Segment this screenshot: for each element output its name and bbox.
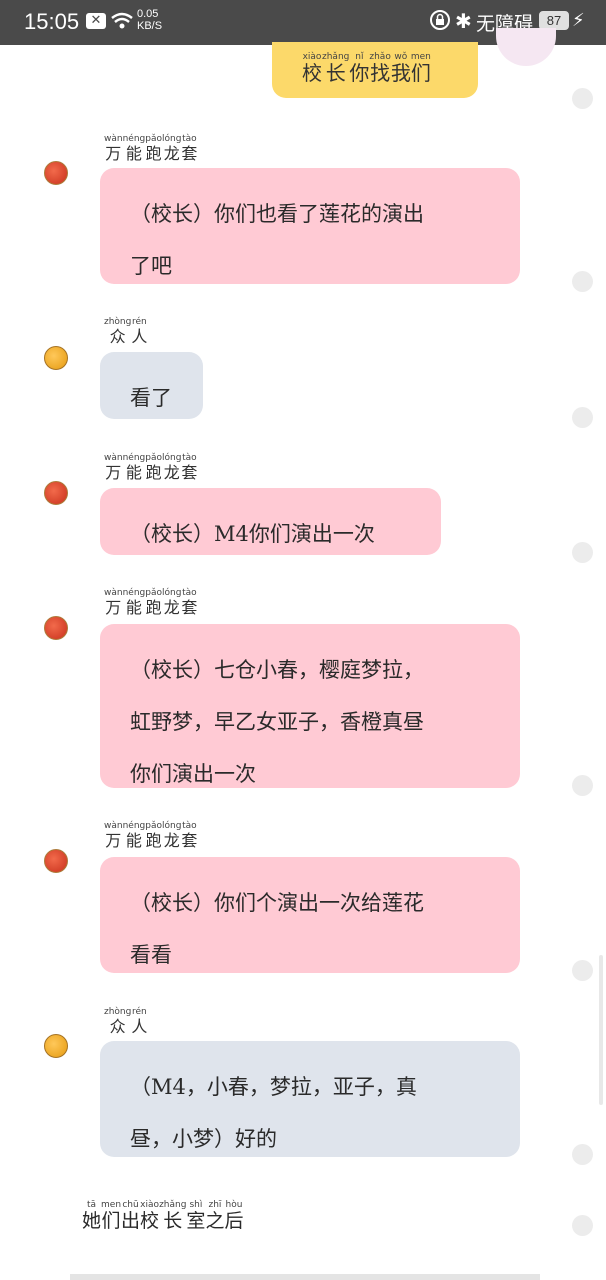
message-select-dot[interactable] [572,407,593,428]
message-line: （校长）你们个演出一次给莲花 [130,891,424,915]
sent-message-bubble[interactable]: 校xiào长zhǎng你nǐ找zhǎo我wǒ们men [272,42,478,98]
character-avatar[interactable] [44,481,68,505]
bottom-toolbar-edge [70,1274,540,1280]
character-avatar[interactable] [44,616,68,640]
sender-name: 万wàn能néng跑pǎo龙lóng套tào [104,453,198,482]
message-select-dot[interactable] [572,1144,593,1165]
bluetooth-icon: ✱ [455,9,472,33]
sender-name: 众zhòng人rén [104,1007,148,1036]
scrollbar[interactable] [599,955,603,1105]
message-bubble[interactable]: （校长）你们也看了莲花的演出 了吧 [100,168,520,284]
notification-close-icon: ✕ [86,13,106,29]
character-avatar[interactable] [44,1034,68,1058]
message-select-dot[interactable] [572,542,593,563]
character-avatar[interactable] [44,849,68,873]
wifi-icon [110,11,134,35]
status-time: 15:05 [24,9,80,34]
message-line: 看看 [130,943,172,967]
message-bubble[interactable]: 看了 [100,352,203,419]
lock-icon [430,10,450,34]
character-avatar[interactable] [44,346,68,370]
sender-name: 万wàn能néng跑pǎo龙lóng套tào [104,134,198,163]
network-speed: 0.05 KB/S [137,8,163,32]
message-bubble[interactable]: （校长）M4你们演出一次 [100,488,441,555]
sender-name: 众zhòng人rén [104,317,148,346]
message-select-dot[interactable] [572,1215,593,1236]
message-bubble[interactable]: （校长）你们个演出一次给莲花 看看 [100,857,520,973]
sent-message-text: 校xiào长zhǎng你nǐ找zhǎo我wǒ们men [302,52,431,85]
message-line: （校长）M4你们演出一次 [130,522,375,546]
character-avatar[interactable] [44,161,68,185]
message-bubble[interactable]: （M4，小春，梦拉，亚子，真 昼，小梦）好的 [100,1041,520,1157]
message-select-dot[interactable] [572,960,593,981]
charging-icon: ⚡ [572,10,585,31]
sender-name: 万wàn能néng跑pǎo龙lóng套tào [104,821,198,850]
message-line: 了吧 [130,254,172,278]
message-line: （校长）七仓小春，樱庭梦拉， [130,658,424,682]
message-select-dot[interactable] [572,88,593,109]
user-avatar[interactable] [496,28,556,66]
message-line: 虹野梦，早乙女亚子，香橙真昼 [130,710,424,734]
message-line: 看了 [130,386,172,410]
sender-name: 万wàn能néng跑pǎo龙lóng套tào [104,588,198,617]
message-select-dot[interactable] [572,271,593,292]
message-line: 你们演出一次 [130,762,256,786]
message-bubble[interactable]: （校长）七仓小春，樱庭梦拉， 虹野梦，早乙女亚子，香橙真昼 你们演出一次 [100,624,520,788]
message-line: （校长）你们也看了莲花的演出 [130,202,424,226]
message-line: （M4，小春，梦拉，亚子，真 [130,1075,417,1099]
message-select-dot[interactable] [572,775,593,796]
narration-text: 她tā们men出chū校xiào长zhǎng室shì之zhī后hòu [82,1200,244,1232]
message-line: 昼，小梦）好的 [130,1127,277,1151]
